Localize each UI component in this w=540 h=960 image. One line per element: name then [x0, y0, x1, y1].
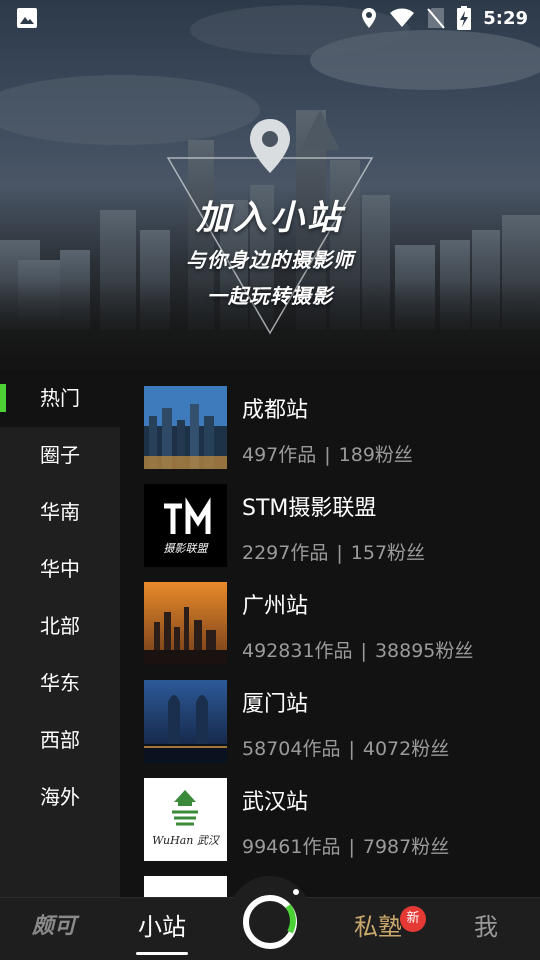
- sidebar-item-label: 圈子: [40, 443, 80, 467]
- wifi-icon: [390, 8, 415, 27]
- station-thumbnail: [144, 680, 227, 763]
- sidebar-item-label: 华东: [40, 671, 80, 695]
- nav-home-logo[interactable]: 颇可: [24, 898, 84, 960]
- fans-count: 7987粉丝: [362, 836, 450, 858]
- camera-button[interactable]: [228, 876, 312, 960]
- location-pin-icon: [250, 119, 290, 173]
- location-icon: [362, 8, 377, 28]
- works-count: 99461作品: [242, 836, 341, 858]
- hero-banner: 加入小站 与你身边的摄影师 一起玩转摄影: [0, 0, 540, 370]
- shutter-icon: [243, 889, 299, 949]
- fans-count: 4072粉丝: [362, 738, 450, 760]
- sidebar-item-central-china[interactable]: 华中: [0, 541, 120, 598]
- fans-count: 189粉丝: [338, 444, 413, 466]
- new-badge: 新: [400, 906, 426, 932]
- station-stats: 58704作品 | 4072粉丝: [242, 734, 449, 761]
- station-thumbnail: [144, 386, 227, 469]
- active-marker: [0, 384, 6, 412]
- status-time: 5:29: [483, 7, 528, 29]
- stats-separator: |: [324, 444, 331, 466]
- hero-subtitle-line2: 一起玩转摄影: [207, 284, 333, 308]
- sidebar-item-overseas[interactable]: 海外: [0, 769, 120, 826]
- stats-separator: |: [348, 738, 355, 760]
- no-sim-icon: [427, 8, 445, 29]
- stats-separator: |: [348, 836, 355, 858]
- station-stats: 99461作品 | 7987粉丝: [242, 832, 449, 859]
- stats-separator: |: [336, 542, 343, 564]
- list-item[interactable]: 厦门站 58704作品 | 4072粉丝: [120, 664, 540, 763]
- stats-separator: |: [360, 640, 367, 662]
- sidebar-item-north[interactable]: 北部: [0, 598, 120, 655]
- sidebar-item-label: 华中: [40, 557, 80, 581]
- nav-station-label: 小站: [138, 913, 186, 941]
- sidebar-item-label: 海外: [40, 785, 80, 809]
- works-count: 497作品: [242, 444, 317, 466]
- station-name: 广州站: [242, 594, 309, 619]
- image-icon: [17, 8, 37, 28]
- station-stats: 2297作品 | 157粉丝: [242, 538, 425, 565]
- station-stats: 497作品 | 189粉丝: [242, 440, 413, 467]
- active-tab-indicator: [136, 952, 188, 955]
- list-item[interactable]: [120, 860, 540, 897]
- sidebar-item-label: 北部: [40, 614, 80, 638]
- nav-private-tab[interactable]: 私塾: [346, 898, 410, 960]
- list-item[interactable]: 成都站 497作品 | 189粉丝: [120, 370, 540, 469]
- sidebar-item-label: 西部: [40, 728, 80, 752]
- sidebar-item-east-china[interactable]: 华东: [0, 655, 120, 712]
- logo-caption: WuHan 武汉: [152, 834, 219, 847]
- station-name: 成都站: [242, 398, 309, 423]
- sidebar-item-label: 华南: [40, 500, 80, 524]
- station-stats: 492831作品 | 38895粉丝: [242, 636, 473, 663]
- sidebar-item-label: 热门: [40, 386, 80, 410]
- list-item[interactable]: 摄影联盟 STM摄影联盟 2297作品 | 157粉丝: [120, 468, 540, 567]
- station-name: STM摄影联盟: [242, 496, 377, 521]
- fans-count: 38895粉丝: [374, 640, 474, 662]
- sidebar-item-hot[interactable]: 热门: [0, 370, 120, 427]
- sidebar-item-circle[interactable]: 圈子: [0, 427, 120, 484]
- station-list: 成都站 497作品 | 189粉丝 摄影联盟 STM摄影联盟 2297作品 | 157粉…: [120, 370, 540, 897]
- hero-title: 加入小站: [196, 198, 344, 238]
- list-item[interactable]: 广州站 492831作品 | 38895粉丝: [120, 566, 540, 665]
- nav-station-tab[interactable]: 小站: [124, 898, 200, 960]
- region-sidebar: 热门 圈子 华南 华中 北部 华东 西部 海外: [0, 370, 120, 897]
- station-name: 厦门站: [242, 692, 309, 717]
- fans-count: 157粉丝: [350, 542, 426, 564]
- works-count: 2297作品: [242, 542, 329, 564]
- works-count: 58704作品: [242, 738, 341, 760]
- logo-caption: 摄影联盟: [163, 542, 208, 555]
- city-skyline-image: [0, 5, 540, 370]
- works-count: 492831作品: [242, 640, 353, 662]
- station-thumbnail: [144, 582, 227, 665]
- station-thumbnail: [144, 876, 227, 897]
- hero-subtitle-line1: 与你身边的摄影师: [186, 248, 354, 272]
- sidebar-item-south-china[interactable]: 华南: [0, 484, 120, 541]
- sidebar-item-west[interactable]: 西部: [0, 712, 120, 769]
- battery-charging-icon: [457, 6, 472, 30]
- station-name: 武汉站: [242, 790, 309, 815]
- nav-me-tab[interactable]: 我: [458, 898, 514, 960]
- station-logo: WuHan 武汉: [144, 778, 227, 861]
- list-item[interactable]: WuHan 武汉 武汉站 99461作品 | 7987粉丝: [120, 762, 540, 861]
- station-logo: 摄影联盟: [144, 484, 227, 567]
- status-bar: 5:29: [0, 0, 540, 36]
